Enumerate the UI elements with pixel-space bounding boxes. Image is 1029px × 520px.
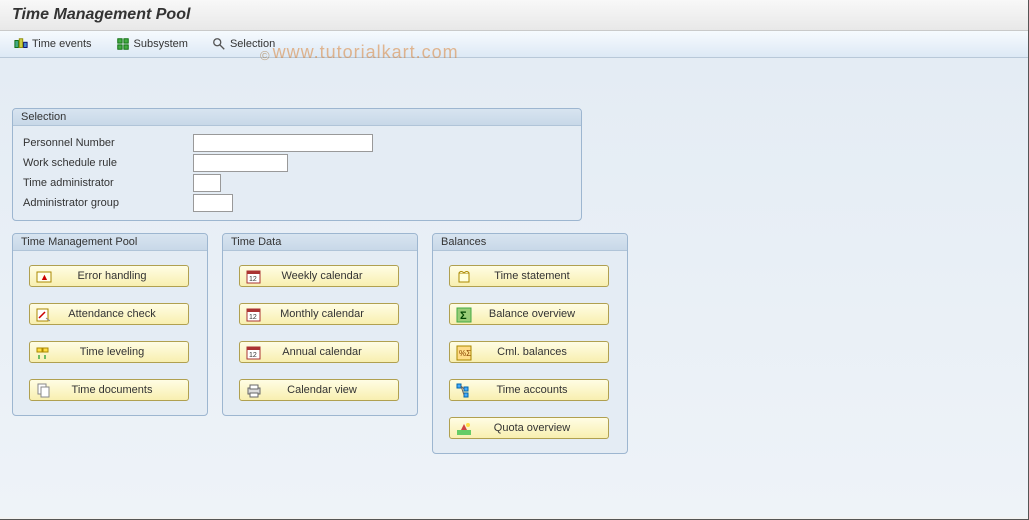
- toolbar-subsystem[interactable]: Subsystem: [112, 35, 192, 53]
- toolbar-selection-label: Selection: [230, 38, 275, 50]
- svg-text:▲: ▲: [40, 272, 49, 282]
- admin-group-input[interactable]: [193, 194, 233, 212]
- subsystem-icon: [116, 37, 130, 51]
- timedata-group: Time Data 12 Weekly calendar 12 Monthly …: [222, 233, 418, 416]
- row-time-admin: Time administrator: [23, 174, 571, 192]
- calendar-icon: 12: [246, 307, 262, 321]
- row-admin-group: Administrator group: [23, 194, 571, 212]
- tree-icon: [456, 383, 472, 397]
- sigma-icon: Σ: [456, 307, 472, 321]
- attendance-check-icon: [36, 307, 52, 321]
- time-statement-button[interactable]: Time statement: [449, 265, 609, 287]
- personnel-number-label: Personnel Number: [23, 137, 193, 149]
- button-columns: Time Management Pool ▲ Error handling At…: [12, 233, 1016, 466]
- time-accounts-label: Time accounts: [478, 384, 602, 396]
- balance-overview-button[interactable]: Σ Balance overview: [449, 303, 609, 325]
- balances-title: Balances: [433, 234, 627, 251]
- time-admin-input[interactable]: [193, 174, 221, 192]
- toolbar-time-events-label: Time events: [32, 38, 92, 50]
- selection-icon: [212, 37, 226, 51]
- cml-icon: %Σ: [456, 345, 472, 359]
- time-leveling-label: Time leveling: [58, 346, 182, 358]
- calendar-icon: 12: [246, 345, 262, 359]
- print-icon: [246, 383, 262, 397]
- time-documents-label: Time documents: [58, 384, 182, 396]
- svg-text:Σ: Σ: [460, 310, 467, 322]
- selection-group: Selection Personnel Number Work schedule…: [12, 108, 582, 221]
- time-admin-label: Time administrator: [23, 177, 193, 189]
- admin-group-label: Administrator group: [23, 197, 193, 209]
- personnel-number-input[interactable]: [193, 134, 373, 152]
- calendar-view-label: Calendar view: [268, 384, 392, 396]
- row-personnel-number: Personnel Number: [23, 134, 571, 152]
- error-handling-button[interactable]: ▲ Error handling: [29, 265, 189, 287]
- weekly-calendar-label: Weekly calendar: [268, 270, 392, 282]
- monthly-calendar-button[interactable]: 12 Monthly calendar: [239, 303, 399, 325]
- quota-overview-label: Quota overview: [478, 422, 602, 434]
- attendance-check-label: Attendance check: [58, 308, 182, 320]
- pool-title: Time Management Pool: [13, 234, 207, 251]
- time-documents-icon: [36, 383, 52, 397]
- pool-group: Time Management Pool ▲ Error handling At…: [12, 233, 208, 416]
- calendar-icon: 12: [246, 269, 262, 283]
- annual-calendar-button[interactable]: 12 Annual calendar: [239, 341, 399, 363]
- quota-overview-button[interactable]: Quota overview: [449, 417, 609, 439]
- quota-icon: [456, 421, 472, 435]
- title-bar: Time Management Pool: [0, 0, 1028, 31]
- cml-balances-button[interactable]: %Σ Cml. balances: [449, 341, 609, 363]
- cml-balances-label: Cml. balances: [478, 346, 602, 358]
- time-documents-button[interactable]: Time documents: [29, 379, 189, 401]
- statement-icon: [456, 269, 472, 283]
- svg-text:12: 12: [249, 352, 257, 359]
- time-accounts-button[interactable]: Time accounts: [449, 379, 609, 401]
- time-leveling-button[interactable]: Time leveling: [29, 341, 189, 363]
- balance-overview-label: Balance overview: [478, 308, 602, 320]
- svg-text:12: 12: [249, 276, 257, 283]
- time-statement-label: Time statement: [478, 270, 602, 282]
- calendar-view-button[interactable]: Calendar view: [239, 379, 399, 401]
- toolbar-subsystem-label: Subsystem: [134, 38, 188, 50]
- attendance-check-button[interactable]: Attendance check: [29, 303, 189, 325]
- weekly-calendar-button[interactable]: 12 Weekly calendar: [239, 265, 399, 287]
- error-handling-icon: ▲: [36, 269, 52, 283]
- annual-calendar-label: Annual calendar: [268, 346, 392, 358]
- monthly-calendar-label: Monthly calendar: [268, 308, 392, 320]
- toolbar-time-events[interactable]: Time events: [10, 35, 96, 53]
- content: Selection Personnel Number Work schedule…: [0, 58, 1028, 517]
- time-events-icon: [14, 37, 28, 51]
- svg-text:%Σ: %Σ: [459, 349, 471, 358]
- work-schedule-label: Work schedule rule: [23, 157, 193, 169]
- work-schedule-input[interactable]: [193, 154, 288, 172]
- row-work-schedule: Work schedule rule: [23, 154, 571, 172]
- page-title: Time Management Pool: [12, 6, 190, 23]
- selection-title: Selection: [13, 109, 581, 126]
- toolbar: Time events Subsystem Selection: [0, 31, 1028, 58]
- time-leveling-icon: [36, 345, 52, 359]
- timedata-title: Time Data: [223, 234, 417, 251]
- svg-text:12: 12: [249, 314, 257, 321]
- balances-group: Balances Time statement Σ Balance overvi…: [432, 233, 628, 454]
- error-handling-label: Error handling: [58, 270, 182, 282]
- toolbar-selection[interactable]: Selection: [208, 35, 279, 53]
